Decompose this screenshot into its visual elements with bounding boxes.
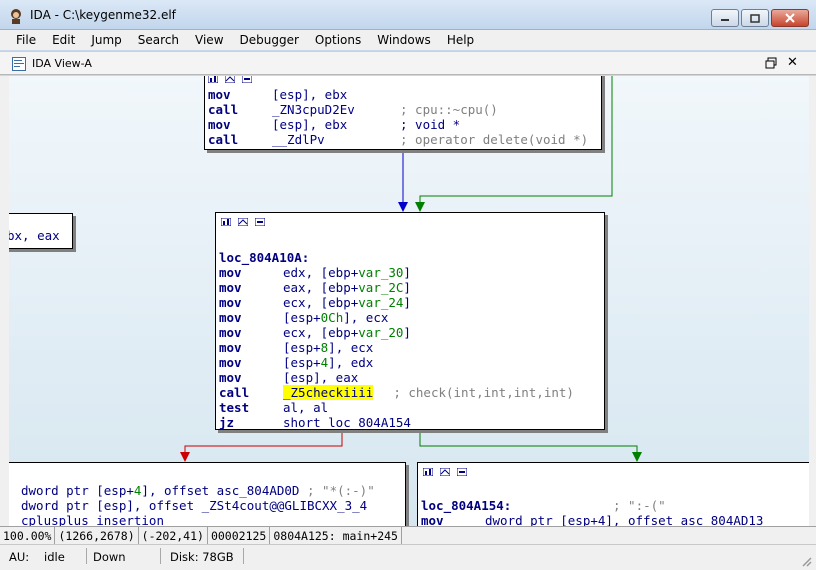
title-bar: IDA - C:\keygenme32.elf [0,0,816,30]
asm-line[interactable]: mov eax, [ebp+var_2C] [216,280,604,295]
graph-status-bar: 100.00% (1266,2678) (-202,41) 00002125 0… [0,526,816,544]
menu-options[interactable]: Options [307,33,369,47]
left-border [0,76,9,526]
code-block-main[interactable]: loc_804A10A: mov edx, [ebp+var_30] mov eax… [215,212,605,430]
group-icon [238,218,248,226]
asm-line[interactable]: test al, al [216,400,604,415]
divider [86,548,87,564]
menu-file[interactable]: File [8,33,44,47]
asm-line[interactable]: call _ZN3cpuD2Ev; cpu::~cpu() [205,102,601,117]
edge-false [184,430,343,454]
current-location: 0804A125: main+245 [270,527,402,544]
menu-jump[interactable]: Jump [83,33,129,47]
asm-line[interactable]: mov [esp], ebx; void * [205,117,601,132]
maximize-icon [750,13,760,23]
block-header [9,214,72,228]
search-direction: Down [93,550,126,564]
asm-line[interactable]: bx, eax [9,228,72,243]
disk-space: Disk: 78GB [170,550,234,564]
code-block-bottom-right[interactable]: loc_804A154:; ":-(" mov dword ptr [esp+4]… [417,462,809,526]
arrow-true-top [415,202,425,212]
divider [160,548,161,564]
menu-help[interactable]: Help [439,33,482,47]
text-view-icon [457,468,467,476]
text-view-icon [255,218,265,226]
resize-grip-icon[interactable] [800,555,812,567]
asm-line-call[interactable]: call _Z5checkiiii; check(int,int,int,int) [216,385,604,400]
group-icon [225,76,235,83]
asm-line[interactable]: mov edx, [ebp+var_30] [216,265,604,280]
menu-edit[interactable]: Edit [44,33,83,47]
disassembly-view-icon [12,57,26,71]
asm-line[interactable]: jz short loc_804A154 [216,415,604,430]
menu-bar: File Edit Jump Search View Debugger Opti… [0,30,816,50]
code-block-bottom-left[interactable]: dword ptr [esp+4], offset asc_804AD0D ; … [9,462,406,526]
asm-line[interactable]: mov ecx, [ebp+var_20] [216,325,604,340]
menu-search[interactable]: Search [130,33,187,47]
asm-line[interactable]: mov dword ptr [esp+4], offset asc_804AD13 [418,513,809,526]
ida-app-icon [11,9,21,24]
code-block-left-partial[interactable]: bx, eax [9,213,73,249]
right-border [809,76,816,526]
au-state: idle [44,550,65,564]
menu-view[interactable]: View [187,33,231,47]
arrow-uncond [398,202,408,212]
graph-canvas[interactable]: mov [esp], ebx call _ZN3cpuD2Ev; cpu::~cpu… [9,76,809,526]
minimize-icon [721,19,729,21]
code-block-top[interactable]: mov [esp], ebx call _ZN3cpuD2Ev; cpu::~cpu… [204,76,602,150]
graph-color-icon [221,218,231,226]
asm-line[interactable]: mov [esp], eax [216,370,604,385]
edge-true [419,430,638,454]
block-header [216,213,604,235]
graph-offset: (-202,41) [139,527,208,544]
highlighted-function[interactable]: _Z5checkiiii [283,385,374,400]
asm-line[interactable]: cplusplus insertion [9,513,405,526]
asm-line[interactable]: dword ptr [esp+4], offset asc_804AD0D ; … [9,483,405,498]
arrow-true [632,452,642,462]
au-label: AU: [9,550,30,564]
restore-view-icon[interactable] [765,57,777,69]
close-window-button[interactable] [771,9,809,27]
asm-line[interactable]: mov [esp+0Ch], ecx [216,310,604,325]
arrow-false [180,452,190,462]
asm-line[interactable]: call __ZdlPv; operator delete(void *) [205,132,601,147]
zoom-level: 100.00% [0,527,56,544]
menu-windows[interactable]: Windows [369,33,439,47]
block-header [418,463,809,483]
menu-debugger[interactable]: Debugger [232,33,307,47]
loc-label[interactable]: loc_804A10A: [216,250,604,265]
close-view-button[interactable]: ✕ [787,55,798,70]
close-icon [785,13,795,23]
loc-label-line[interactable]: loc_804A154:; ":-(" [418,498,809,513]
asm-line[interactable]: mov [esp+4], edx [216,355,604,370]
file-offset: 00002125 [208,527,271,544]
maximize-button[interactable] [741,9,769,27]
asm-line[interactable]: dword ptr [esp], offset _ZSt4cout@@GLIBC… [9,498,405,513]
graph-coords: (1266,2678) [55,527,139,544]
asm-line[interactable]: mov [esp+8], ecx [216,340,604,355]
graph-color-icon [208,76,218,83]
window-title: IDA - C:\keygenme32.elf [30,8,176,22]
view-title: IDA View-A [32,57,92,70]
app-status-bar: AU: idle Down Disk: 78GB [0,544,816,570]
asm-line[interactable]: mov [esp], ebx [205,87,601,102]
block-header [9,463,405,483]
view-tab-header: IDA View-A ✕ [0,51,816,75]
block-header [205,76,601,87]
asm-line[interactable]: mov ecx, [ebp+var_24] [216,295,604,310]
graph-color-icon [423,468,433,476]
group-icon [440,468,450,476]
minimize-button[interactable] [711,9,739,27]
divider [243,548,244,564]
text-view-icon [242,76,252,83]
